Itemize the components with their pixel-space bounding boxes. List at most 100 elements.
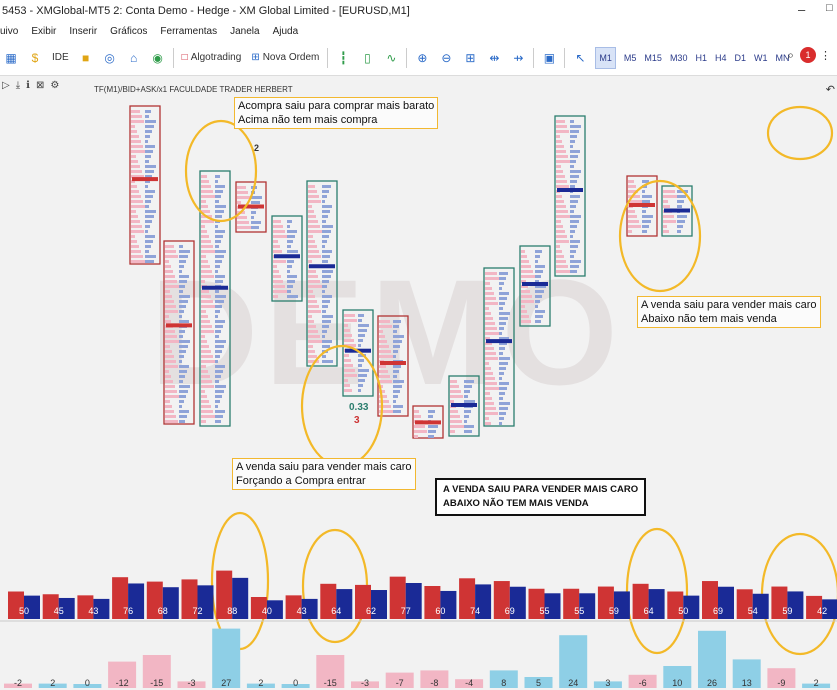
footprint-sell-bar — [308, 330, 318, 333]
menu-icon[interactable]: ⋮ — [820, 49, 831, 62]
algotrading-button[interactable]: □ Algotrading — [180, 47, 244, 69]
delta-label: -6 — [639, 678, 647, 688]
footprint-buy-bar — [393, 380, 404, 383]
lock-icon[interactable]: ■ — [77, 47, 95, 69]
footprint-buy-bar — [499, 282, 504, 285]
footprint-chart: 20.33350 45 43 76 68 72 88 40 43 64 62 77 60 74 69 55 55… — [0, 105, 837, 688]
footprint-buy-bar — [393, 405, 403, 408]
poc-marker — [238, 204, 264, 209]
new-order-button[interactable]: ⊞ Nova Ordem — [249, 47, 321, 69]
delta-label: -8 — [430, 678, 438, 688]
footprint-sell-bar — [131, 185, 137, 188]
footprint-sell-bar — [344, 334, 352, 337]
footprint-sell-bar — [663, 200, 668, 203]
footprint-buy-bar — [393, 385, 402, 388]
chart-type-icon[interactable]: ▦ — [2, 47, 20, 69]
footprint-sell-bar — [165, 390, 177, 393]
footprint-sell-bar — [273, 285, 285, 288]
menu-bar: uivo Exibir Inserir Gráficos Ferramentas… — [0, 22, 837, 40]
footprint-buy-bar — [145, 205, 149, 208]
footprint-sell-bar — [131, 140, 141, 143]
line-chart-icon[interactable]: ∿ — [382, 47, 400, 69]
footprint-buy-bar — [322, 345, 330, 348]
delta-label: -2 — [14, 678, 22, 688]
footprint-sell-bar — [308, 335, 320, 338]
signal-icon[interactable]: ◎ — [101, 47, 119, 69]
algotrading-label: Algotrading — [190, 52, 242, 63]
notification-badge[interactable]: 1 — [800, 47, 816, 63]
poc-marker — [557, 188, 583, 192]
footprint-sell-bar — [556, 210, 568, 213]
footprint-sell-bar — [556, 250, 562, 253]
footprint-buy-bar — [358, 369, 369, 372]
footprint-sell-bar — [131, 250, 141, 253]
grid-icon[interactable]: ⊞ — [461, 47, 479, 69]
search-icon[interactable]: ⌕ — [787, 48, 794, 63]
footprint-sell-bar — [308, 340, 322, 343]
zoom-out-icon[interactable]: ⊖ — [437, 47, 455, 69]
footprint-sell-bar — [485, 412, 498, 415]
timeframe-m30[interactable]: M30 — [670, 47, 688, 69]
footprint-buy-bar — [215, 420, 221, 423]
delta-label: -15 — [150, 678, 163, 688]
footprint-sell-bar — [556, 160, 570, 163]
footprint-buy-bar — [179, 305, 186, 308]
timeframe-h4[interactable]: H4 — [715, 47, 727, 69]
timeframe-d1[interactable]: D1 — [734, 47, 746, 69]
footprint-sell-bar — [344, 369, 355, 372]
footprint-buy-bar — [499, 412, 506, 415]
separator — [327, 47, 329, 68]
footprint-sell-bar — [308, 300, 317, 303]
footprint-sell-bar — [308, 315, 312, 318]
window-title: 5453 - XMGlobal-MT5 2: Conta Demo - Hedg… — [2, 5, 410, 17]
delta-label: 26 — [707, 678, 717, 688]
footprint-buy-bar — [215, 225, 218, 228]
timeframe-w1[interactable]: W1 — [754, 47, 768, 69]
timeframe-h1[interactable]: H1 — [695, 47, 707, 69]
footprint-sell-bar — [273, 290, 287, 293]
menu-tools[interactable]: Ferramentas — [160, 26, 217, 37]
footprint-buy-bar — [642, 210, 646, 213]
cursor-icon[interactable]: ↖ — [571, 47, 589, 69]
screenshot-icon[interactable]: ▣ — [540, 47, 558, 69]
menu-window[interactable]: Janela — [230, 26, 259, 37]
chart-area[interactable]: ▷ ⤓ ℹ ⊠ ⚙ TF(M1)/BID+ASK/x1 FACULDADE TR… — [0, 76, 837, 690]
timeframe-m5[interactable]: M5 — [624, 47, 637, 69]
maximize-button[interactable]: □ — [826, 2, 833, 14]
menu-view[interactable]: Exibir — [31, 26, 56, 37]
footprint-sell-bar — [485, 272, 497, 275]
vps-icon[interactable]: ◉ — [149, 47, 167, 69]
footprint-sell-bar — [201, 325, 212, 328]
delta-label: 5 — [536, 678, 541, 688]
autoscroll-icon[interactable]: ⇹ — [485, 47, 503, 69]
timeframe-m15[interactable]: M15 — [644, 47, 662, 69]
menu-help[interactable]: Ajuda — [273, 26, 299, 37]
footprint-sell-bar — [556, 165, 561, 168]
footprint-sell-bar — [663, 230, 669, 233]
footprint-buy-bar — [464, 395, 468, 398]
menu-insert[interactable]: Inserir — [69, 26, 97, 37]
footprint-buy-bar — [145, 165, 156, 168]
footprint-sell-bar — [628, 185, 636, 188]
footprint-buy-bar — [642, 215, 653, 218]
footprint-buy-bar — [179, 250, 190, 253]
footprint-sell-bar — [201, 195, 215, 198]
market-icon[interactable]: ⌂ — [125, 47, 143, 69]
footprint-sell-bar — [201, 370, 208, 373]
minimize-button[interactable]: – — [798, 2, 805, 17]
chart-shift-icon[interactable]: ⇸ — [509, 47, 527, 69]
ide-button[interactable]: IDE — [50, 47, 71, 69]
zoom-in-icon[interactable]: ⊕ — [413, 47, 431, 69]
menu-file[interactable]: uivo — [0, 26, 18, 37]
footprint-buy-bar — [499, 362, 508, 365]
footprint-sell-bar — [485, 352, 496, 355]
footprint-buy-bar — [322, 220, 326, 223]
footprint-buy-bar — [464, 415, 469, 418]
footprint-sell-bar — [485, 327, 497, 330]
candlestick-icon[interactable]: ▯ — [358, 47, 376, 69]
money-icon[interactable]: $ — [26, 47, 44, 69]
timeframe-m1[interactable]: M1 — [595, 46, 616, 69]
footprint-buy-bar — [322, 360, 333, 363]
bar-chart-icon[interactable]: ┇ — [334, 47, 352, 69]
menu-charts[interactable]: Gráficos — [110, 26, 147, 37]
